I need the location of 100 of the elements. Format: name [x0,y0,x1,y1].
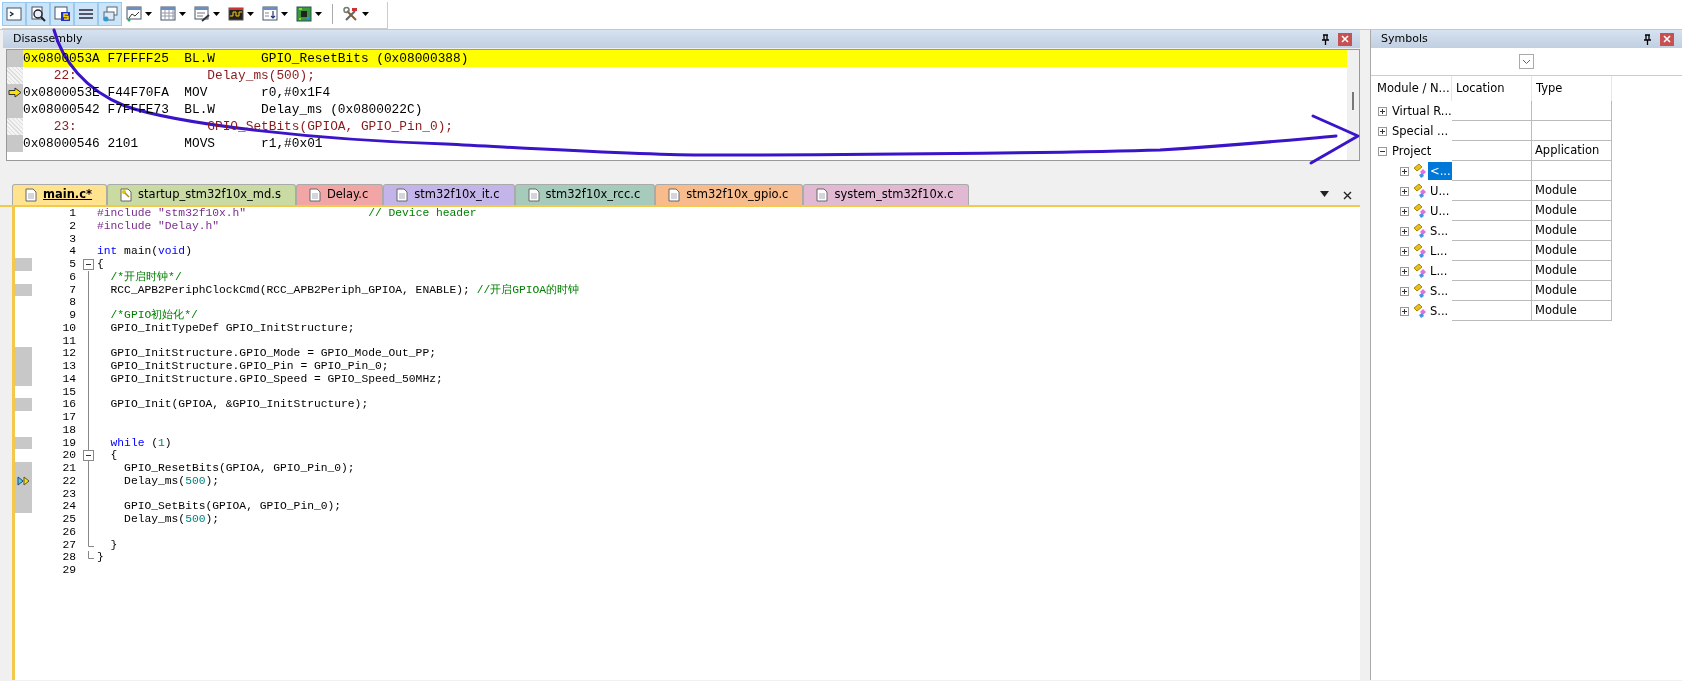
line-number: 14 [61,372,77,386]
expander-icon[interactable] [1400,166,1409,176]
line-number: 25 [61,513,77,526]
line-number: 7 [68,283,77,297]
circuit-board-icon [296,6,312,22]
fold-icon[interactable] [83,450,94,462]
line-number: 11 [61,334,77,348]
line-number: 13 [61,360,77,373]
fold-icon[interactable] [83,259,94,270]
code-line: GPIO_ResetBits(GPIOA, GPIO_Pin_0); [123,462,355,475]
expander-icon[interactable] [1400,266,1409,276]
download-window-icon [262,6,278,22]
pin-icon[interactable] [1643,33,1652,45]
tree-item[interactable]: <... [1428,162,1452,180]
column-header[interactable]: Type [1532,76,1612,101]
document-icon [396,188,409,202]
file-tab[interactable]: main.c* [12,184,108,205]
document-icon [308,188,321,202]
table-cell: Module [1532,301,1612,321]
gutter-mark [7,118,23,135]
symbol-icon [1412,263,1428,279]
column-header[interactable]: Location [1452,76,1532,101]
line-number: 20 [61,449,77,462]
tree-item[interactable]: Virtual R... [1390,102,1452,120]
line-number: 10 [61,321,77,335]
table-cell: Module [1532,261,1612,281]
tree-item[interactable]: S... [1428,302,1451,320]
hammer-wrench-icon [343,6,359,22]
expander-icon[interactable] [1400,206,1409,216]
code-line: GPIO_Init(GPIOA, &GPIO_InitStructure); [109,398,369,411]
line-number: 3 [68,232,77,246]
tree-item[interactable]: Project [1390,142,1434,160]
expander-icon[interactable] [1378,106,1387,116]
close-button[interactable] [1338,32,1352,46]
line-number: 5 [68,258,77,271]
caret-icon [179,12,186,16]
expander-icon[interactable] [1400,286,1409,296]
pin-icon[interactable] [1321,33,1330,45]
letter-s-window-icon [54,6,70,22]
tree-item[interactable]: L... [1428,262,1450,280]
file-tab[interactable]: stm32f10x_rcc.c [514,184,656,205]
expander-icon[interactable] [1400,306,1409,316]
tree-item[interactable]: S... [1428,222,1451,240]
file-tab[interactable]: system_stm32f10x.c [803,184,969,205]
caret-icon [213,12,220,16]
line-number: 17 [61,411,77,424]
line-number: 4 [68,245,77,258]
instruction-line: 0x0800053E F44F70FA MOV r0,#0x1F4 [23,84,332,101]
code-line: int main(void) [96,245,192,258]
tree-item[interactable]: U... [1428,182,1452,200]
code-line: /*GPIO初始化*/ [109,309,198,322]
close-button[interactable] [1660,32,1674,46]
caret-icon [362,12,369,16]
scrollbar[interactable] [1347,50,1359,160]
table-cell: Module [1532,221,1612,241]
tree-item[interactable]: L... [1428,242,1450,260]
file-tab[interactable]: stm32f10x_gpio.c [655,184,804,205]
expander-icon[interactable] [1378,126,1387,136]
tree-item[interactable]: U... [1428,202,1452,220]
tree-item[interactable]: S... [1428,282,1451,300]
line-number: 12 [61,347,77,360]
symbol-icon [1412,303,1428,319]
source-line: 22: Delay_ms(500); [52,67,316,84]
symbol-icon [1412,223,1428,239]
line-number: 16 [61,398,77,411]
file-tab[interactable]: startup_stm32f10x_md.s [107,184,296,205]
column-header[interactable]: Module / N... [1373,76,1452,101]
expander-icon[interactable] [1378,146,1387,156]
file-tab[interactable]: stm32f10x_it.c [383,184,515,205]
dropdown-button[interactable] [1519,54,1534,69]
code-line: RCC_APB2PeriphClockCmd(RCC_APB2Periph_GPIOA, ENABLE); //开启GPIOA的时钟 [109,283,580,297]
close-icon[interactable] [1343,190,1352,200]
code-line: { [109,449,118,462]
line-number: 29 [61,564,77,577]
symbol-icon [1412,243,1428,259]
file-tab[interactable]: Delay.c [295,184,384,205]
code-line: GPIO_InitTypeDef GPIO_InitStructure; [109,321,355,335]
code-line: Delay_ms(500); [123,474,220,488]
table-cell: Application [1532,141,1612,161]
table-cell: Module [1532,181,1612,201]
toolbar-button[interactable] [26,2,50,26]
code-line: GPIO_SetBits(GPIOA, GPIO_Pin_0); [123,500,342,513]
list-icon [78,6,94,22]
code-line: GPIO_InitStructure.GPIO_Mode = GPIO_Mode_Out_PP; [109,347,436,360]
expander-icon[interactable] [1400,226,1409,236]
line-number: 1 [68,207,77,220]
dropdown-icon[interactable] [1320,190,1329,200]
document-icon [668,188,681,202]
tree-item[interactable]: Special ... [1390,122,1451,140]
code-line: } [109,538,118,552]
document-key-icon [120,188,133,202]
code-line: GPIO_InitStructure.GPIO_Pin = GPIO_Pin_0; [109,360,389,373]
toolbar-button[interactable] [50,2,74,26]
expander-icon[interactable] [1400,186,1409,196]
grid-window-icon [160,6,176,22]
panel-title: Symbols [1381,30,1428,47]
magnifier-icon [30,6,46,22]
instruction-line: 0x08000546 2101 MOVS r1,#0x01 [23,135,324,152]
gutter-mark [7,67,23,84]
expander-icon[interactable] [1400,246,1409,256]
